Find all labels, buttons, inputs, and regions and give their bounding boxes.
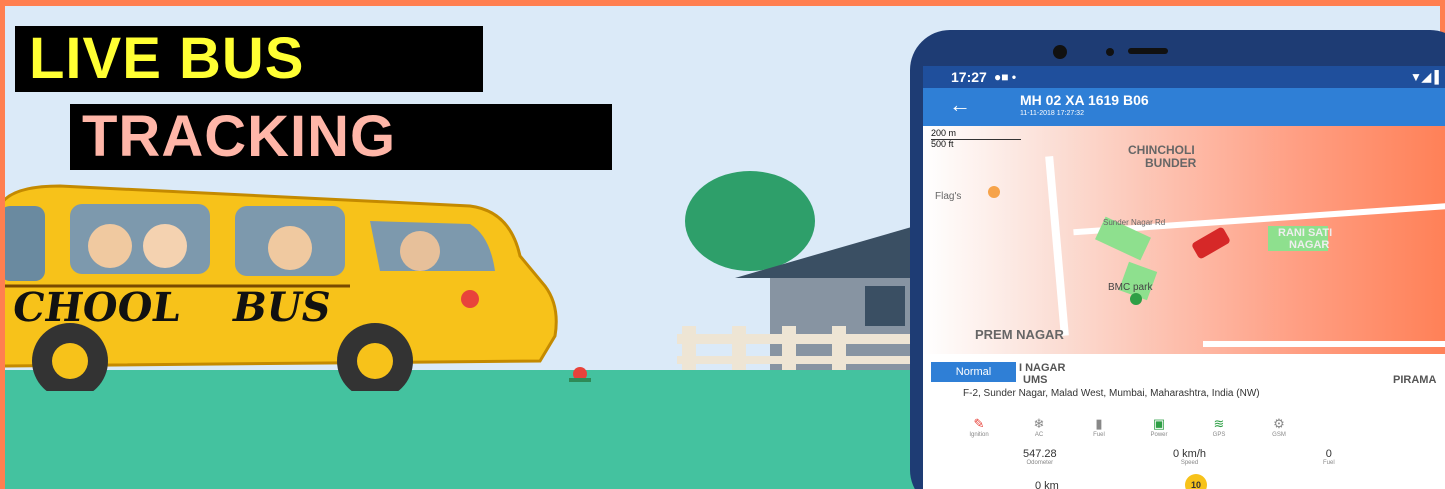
- sensor-gsm: ⚙ GSM: [1272, 416, 1286, 438]
- bus-side-text: CHOOL: [9, 284, 184, 331]
- stat-odometer: 547.28 Odometer: [1023, 448, 1057, 466]
- scale-line: [931, 139, 1021, 140]
- stat-fuel: 0 Fuel: [1323, 448, 1335, 466]
- status-icons: ●■ •: [994, 70, 1017, 84]
- fuel-icon: ▮: [1095, 416, 1103, 431]
- map-road: [1045, 155, 1069, 337]
- map-scale-meters: 200 m: [931, 128, 957, 138]
- gear-icon: ⚙: [1273, 416, 1285, 431]
- status-time: 17:27: [951, 69, 987, 85]
- signal-icon: ▼◢ ▌: [1410, 70, 1443, 84]
- map-label: I NAGAR: [1019, 362, 1066, 374]
- map-label: Sunder Nagar Rd: [1103, 218, 1166, 227]
- vehicle-address: F-2, Sunder Nagar, Malad West, Mumbai, M…: [963, 388, 1260, 399]
- key-icon: ✎: [973, 416, 985, 431]
- vehicle-marker-icon: [1190, 226, 1232, 260]
- sensor-ignition: ✎ Ignition: [969, 416, 989, 438]
- app-bar: ← MH 02 XA 1619 B06 11-11-2018 17:27:32: [923, 88, 1445, 126]
- map-pin-icon: [988, 186, 1000, 198]
- stat-distance: 0 km: [1035, 480, 1059, 489]
- title-line-1: LIVE BUS: [15, 26, 483, 92]
- sensor-gps: ≋ GPS: [1212, 416, 1226, 438]
- map-label: Flag's: [935, 191, 962, 202]
- snowflake-icon: ❄: [1033, 416, 1045, 431]
- map-label: RANI SATI: [1278, 227, 1333, 239]
- map-view[interactable]: 200 m 500 ft CHINCHOLI BUNDER Flag's Sun…: [923, 126, 1445, 354]
- speed-limit-badge: 10: [1185, 474, 1207, 489]
- map-scale-feet: 500 ft: [931, 139, 954, 149]
- fence-illustration: [677, 326, 927, 376]
- vehicle-id: MH 02 XA 1619 B06: [1020, 92, 1149, 108]
- map-label: BUNDER: [1145, 156, 1197, 170]
- map-label: BMC park: [1108, 282, 1153, 293]
- park-pin-icon: [1130, 293, 1142, 305]
- bus-side-text-2: BUS: [233, 284, 331, 331]
- map-label: CHINCHOLI: [1128, 143, 1195, 157]
- map-label: PREM NAGAR: [975, 327, 1064, 342]
- sensor-power: ▣ Power: [1150, 416, 1168, 438]
- sensor-fuel: ▮ Fuel: [1093, 416, 1105, 438]
- phone-screen: 17:27 ●■ • ▼◢ ▌ ← MH 02 XA 1619 B06 11-1…: [923, 66, 1445, 489]
- map-label: NAGAR: [1289, 239, 1330, 251]
- status-bar: 17:27 ●■ • ▼◢ ▌: [923, 66, 1445, 88]
- sensor-ac: ❄ AC: [1033, 416, 1045, 438]
- battery-icon: ▣: [1152, 416, 1166, 431]
- map-type-button[interactable]: Normal: [931, 362, 1016, 382]
- phone-camera-icon: [1053, 45, 1168, 59]
- map-label: UMS: [1023, 374, 1048, 386]
- wifi-icon: ≋: [1213, 416, 1225, 431]
- back-arrow-icon[interactable]: ←: [949, 92, 971, 118]
- stat-speed: 0 km/h Speed: [1173, 448, 1207, 466]
- map-label: PIRAMA: [1393, 374, 1437, 386]
- vehicle-timestamp: 11-11-2018 17:27:32: [1020, 110, 1084, 117]
- title-line-2: TRACKING: [70, 104, 612, 170]
- sensor-icons-row: ✎ Ignition ❄ AC ▮ Fuel ▣ Power ≋ GPS ⚙ GSM: [963, 416, 1295, 438]
- map-road: [1203, 341, 1445, 347]
